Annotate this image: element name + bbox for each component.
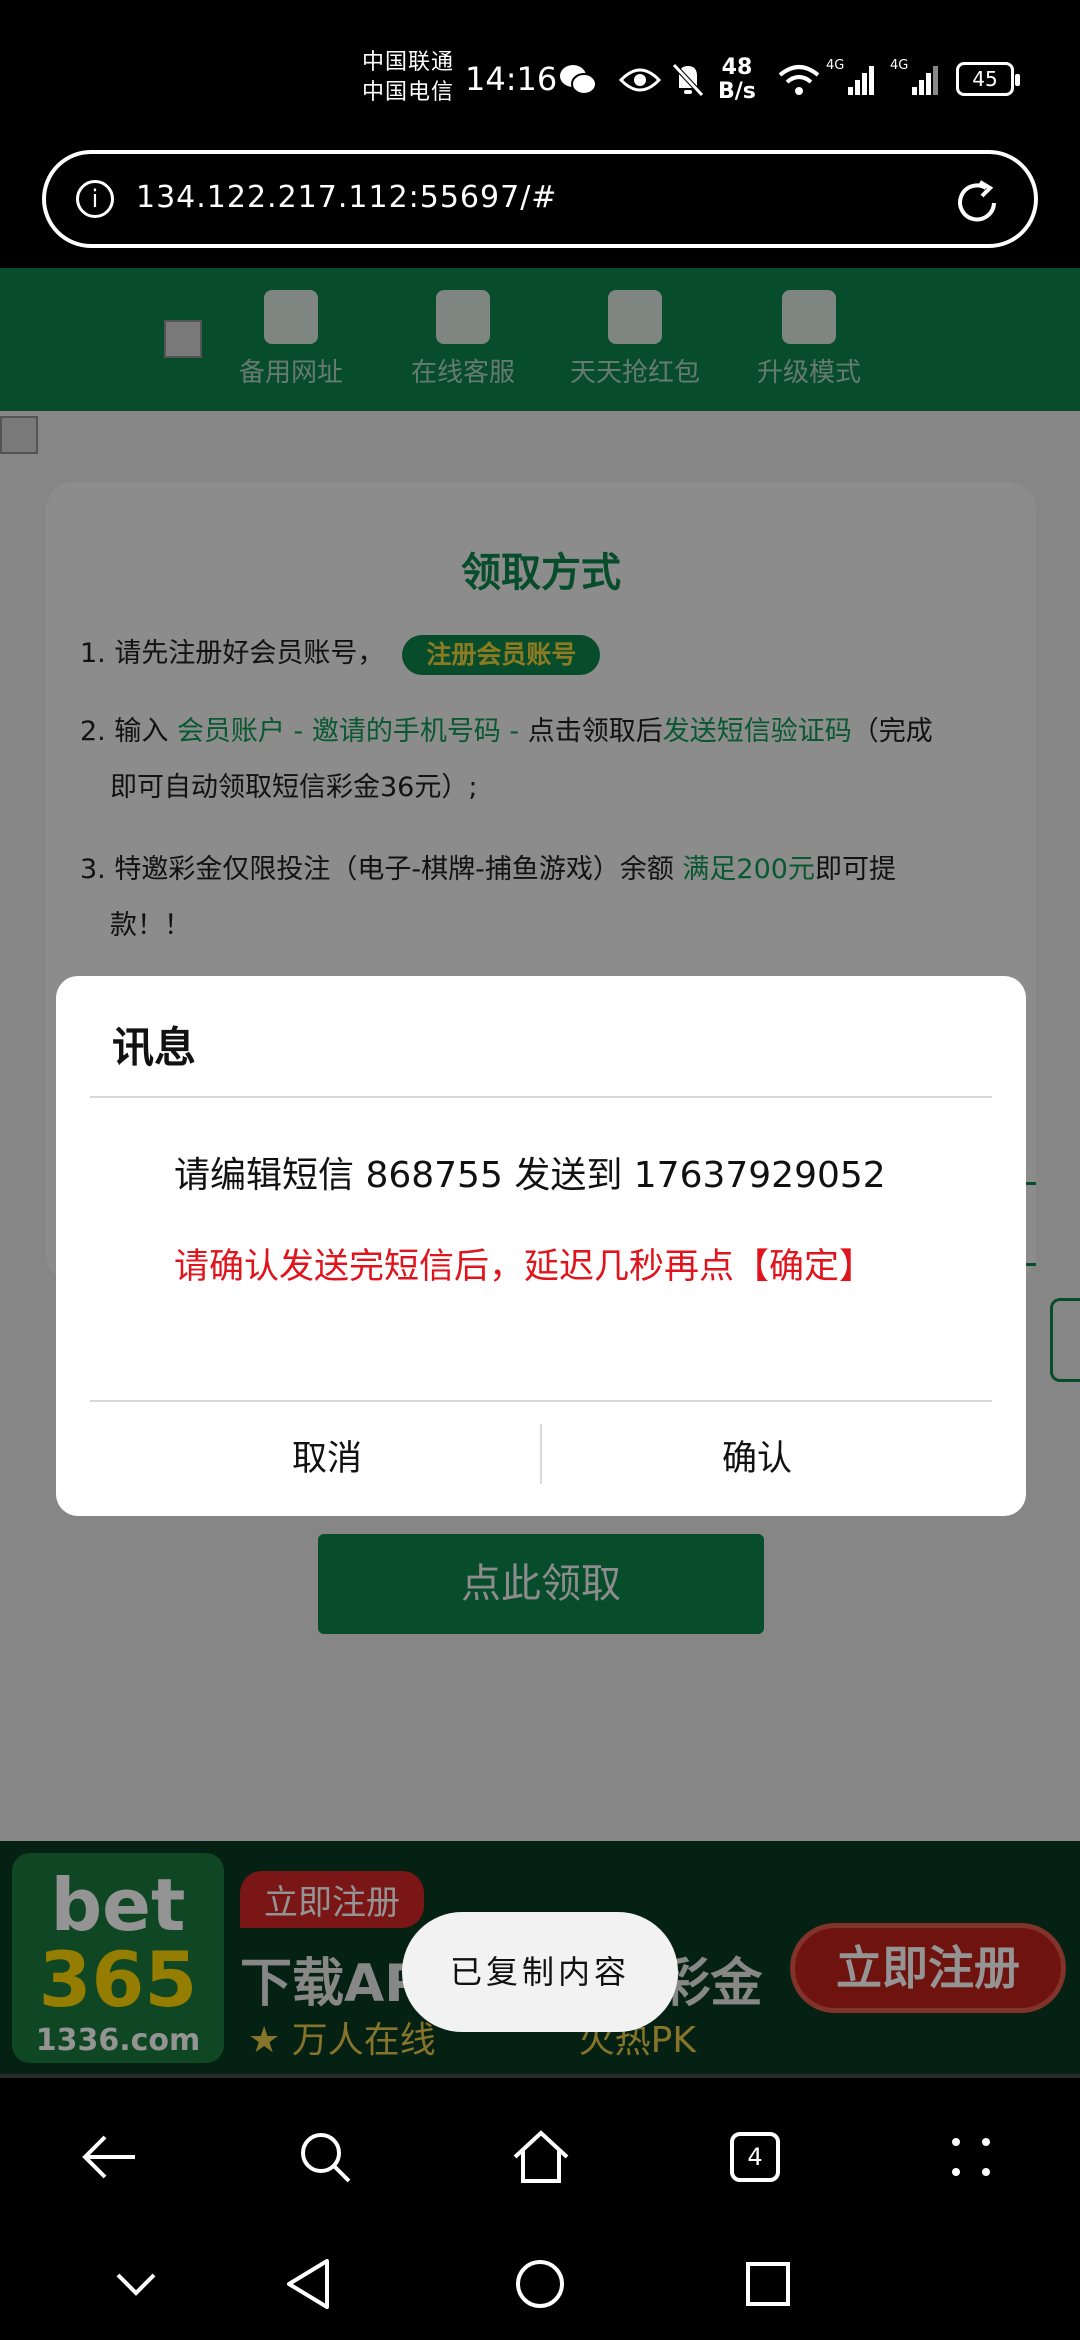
dialog-message: 请编辑短信 868755 发送到 17637929052 [174, 1155, 886, 1196]
carrier-2: 中国电信 [362, 80, 455, 105]
net-speed-value: 48 [721, 55, 753, 80]
net-speed-unit: B/s [718, 79, 756, 104]
dialog-title: 讯息 [112, 1023, 197, 1072]
home-icon[interactable] [506, 2122, 576, 2192]
site-info-icon[interactable]: i [76, 180, 114, 218]
battery-level: 45 [972, 67, 998, 91]
chevron-down-icon[interactable] [104, 2252, 168, 2316]
system-navigation-bar [0, 2224, 1080, 2340]
status-bar: 中国联通 中国电信 14:16 48 B/s 4G 4G 45 [0, 0, 1080, 150]
dialog-divider-bottom [90, 1400, 992, 1402]
net-speed: 48 B/s [718, 56, 756, 104]
bell-muted-icon [668, 58, 708, 102]
browser-address-area: i 134.122.217.112:55697/# [0, 150, 1080, 268]
system-home-icon[interactable] [508, 2252, 572, 2316]
signal-1-label: 4G [826, 58, 845, 73]
browser-toolbar: 4 [0, 2074, 1080, 2224]
confirm-button[interactable]: 确认 [542, 1404, 972, 1514]
tabs-button[interactable]: 4 [720, 2122, 790, 2192]
wechat-icon [556, 58, 600, 102]
more-menu-icon[interactable] [936, 2122, 1006, 2192]
eye-icon [618, 58, 662, 102]
wifi-icon [776, 58, 822, 102]
clock: 14:16 [465, 60, 558, 98]
message-dialog: 讯息 请编辑短信 868755 发送到 17637929052 请确认发送完短信… [56, 976, 1026, 1516]
address-bar[interactable]: i 134.122.217.112:55697/# [42, 150, 1038, 248]
back-arrow-icon[interactable] [74, 2122, 144, 2192]
signal-1-icon: 4G [826, 58, 882, 102]
system-recents-icon[interactable] [736, 2252, 800, 2316]
reload-icon[interactable] [950, 176, 1004, 234]
url-text[interactable]: 134.122.217.112:55697/# [136, 180, 557, 215]
tabs-count: 4 [730, 2132, 780, 2182]
signal-2-label: 4G [890, 58, 909, 73]
carrier-names: 中国联通 中国电信 [362, 48, 454, 108]
battery-icon: 45 [956, 62, 1020, 96]
dialog-divider [90, 1096, 992, 1098]
cancel-button[interactable]: 取消 [112, 1404, 542, 1514]
search-icon[interactable] [290, 2122, 360, 2192]
carrier-1: 中国联通 [362, 50, 455, 75]
dialog-warning: 请确认发送完短信后，延迟几秒再点【确定】 [174, 1247, 875, 1287]
signal-2-icon: 4G [890, 58, 946, 102]
system-back-icon[interactable] [276, 2252, 340, 2316]
copied-toast: 已复制内容 [402, 1912, 678, 2032]
